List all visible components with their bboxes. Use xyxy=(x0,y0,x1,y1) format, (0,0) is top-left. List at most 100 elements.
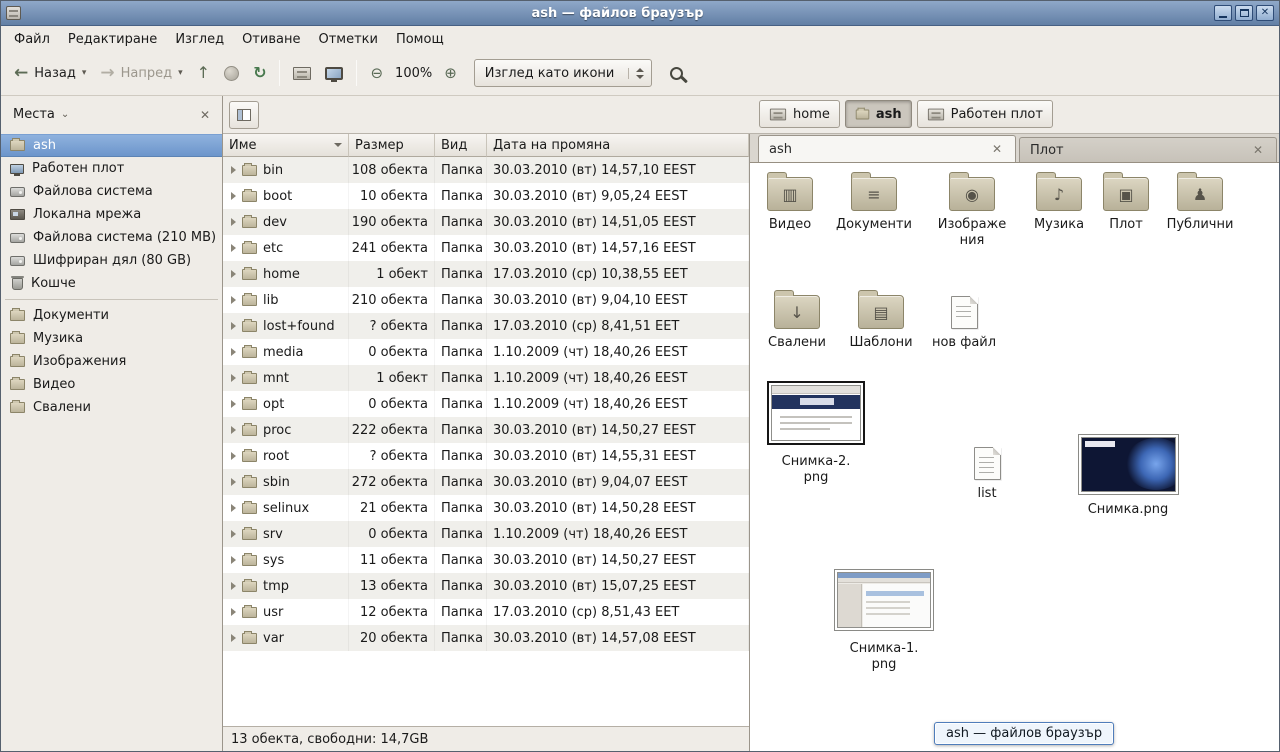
column-header-type[interactable]: Вид xyxy=(435,134,487,157)
column-header-date[interactable]: Дата на промяна xyxy=(487,134,749,157)
table-row[interactable]: root ? обекта Папка 30.03.2010 (вт) 14,5… xyxy=(223,443,749,469)
expander-icon[interactable] xyxy=(231,400,236,408)
menu-help[interactable]: Помощ xyxy=(387,28,453,51)
table-row[interactable]: selinux 21 обекта Папка 30.03.2010 (вт) … xyxy=(223,495,749,521)
expander-icon[interactable] xyxy=(231,478,236,486)
menu-bookmarks[interactable]: Отметки xyxy=(309,28,386,51)
menu-view[interactable]: Изглед xyxy=(166,28,233,51)
sidebar-item-documents[interactable]: Документи xyxy=(1,304,222,327)
sidebar-item-filesystem[interactable]: Файлова система xyxy=(1,180,222,203)
back-history-dropdown-icon[interactable]: ▾ xyxy=(82,68,87,78)
icon-item-snimka[interactable]: Снимка.png xyxy=(1070,434,1186,518)
icon-pane: ash ✕ Плот ✕ ▥ Видео xyxy=(750,134,1279,751)
expander-icon[interactable] xyxy=(231,530,236,538)
sidebar-item-local-network[interactable]: Локална мрежа xyxy=(1,203,222,226)
sidebar-close-button[interactable]: ✕ xyxy=(195,106,215,124)
breadcrumb-ash[interactable]: ash xyxy=(845,100,912,128)
search-button[interactable] xyxy=(664,61,689,86)
expander-icon[interactable] xyxy=(231,374,236,382)
sidebar-item-video[interactable]: Видео xyxy=(1,373,222,396)
tab-close-icon[interactable]: ✕ xyxy=(989,142,1005,156)
titlebar[interactable]: ash — файлов браузър ✕ xyxy=(1,1,1279,26)
expander-icon[interactable] xyxy=(231,218,236,226)
icon-item-downloads[interactable]: ↓ Свалени xyxy=(752,295,842,351)
table-row[interactable]: dev 190 обекта Папка 30.03.2010 (вт) 14,… xyxy=(223,209,749,235)
tab-plot[interactable]: Плот ✕ xyxy=(1019,137,1277,162)
sidebar-item-music[interactable]: Музика xyxy=(1,327,222,350)
breadcrumb-desktop[interactable]: Работен плот xyxy=(917,100,1053,128)
back-button[interactable]: ← Назад ▾ xyxy=(7,57,93,89)
icon-item-snimka-1[interactable]: Снимка-1.png xyxy=(826,569,942,672)
icon-item-public[interactable]: ♟ Публични xyxy=(1155,177,1245,233)
expander-icon[interactable] xyxy=(231,452,236,460)
table-row[interactable]: home 1 обект Папка 17.03.2010 (ср) 10,38… xyxy=(223,261,749,287)
expander-icon[interactable] xyxy=(231,322,236,330)
sidebar-item-filesystem-210mb[interactable]: Файлова система (210 MB) xyxy=(1,226,222,249)
expander-icon[interactable] xyxy=(231,270,236,278)
sidebar-item-desktop[interactable]: Работен плот xyxy=(1,157,222,180)
sidebar-mode-select[interactable]: Места ⌄ xyxy=(8,104,74,125)
zoom-in-button[interactable]: ⊕ xyxy=(437,57,464,89)
icon-view[interactable]: ▥ Видео ≡ Документи ◉ Изображения ♪ xyxy=(750,163,1279,751)
expander-icon[interactable] xyxy=(231,582,236,590)
expander-icon[interactable] xyxy=(231,426,236,434)
table-row[interactable]: srv 0 обекта Папка 1.10.2009 (чт) 18,40,… xyxy=(223,521,749,547)
stop-button[interactable] xyxy=(217,57,246,89)
tab-ash[interactable]: ash ✕ xyxy=(758,135,1016,162)
expander-icon[interactable] xyxy=(231,166,236,174)
table-row[interactable]: sys 11 обекта Папка 30.03.2010 (вт) 14,5… xyxy=(223,547,749,573)
expander-icon[interactable] xyxy=(231,556,236,564)
maximize-button[interactable] xyxy=(1235,5,1253,21)
menu-file[interactable]: Файл xyxy=(5,28,59,51)
table-row[interactable]: usr 12 обекта Папка 17.03.2010 (ср) 8,51… xyxy=(223,599,749,625)
table-row[interactable]: etc 241 обекта Папка 30.03.2010 (вт) 14,… xyxy=(223,235,749,261)
table-row[interactable]: media 0 обекта Папка 1.10.2009 (чт) 18,4… xyxy=(223,339,749,365)
menu-go[interactable]: Отиване xyxy=(233,28,309,51)
reload-button[interactable]: ↻ xyxy=(246,57,273,89)
table-row[interactable]: bin 108 обекта Папка 30.03.2010 (вт) 14,… xyxy=(223,157,749,183)
expander-icon[interactable] xyxy=(231,296,236,304)
icon-item-new-file[interactable]: нов файл xyxy=(919,296,1009,351)
close-button[interactable]: ✕ xyxy=(1256,5,1274,21)
computer-button[interactable] xyxy=(318,57,350,89)
icon-item-video[interactable]: ▥ Видео xyxy=(750,177,835,233)
table-row[interactable]: opt 0 обекта Папка 1.10.2009 (чт) 18,40,… xyxy=(223,391,749,417)
home-button[interactable] xyxy=(286,57,318,89)
sidebar-item-downloads[interactable]: Свалени xyxy=(1,396,222,419)
sidebar-item-encrypted-80gb[interactable]: Шифриран дял (80 GB) xyxy=(1,249,222,272)
table-row[interactable]: mnt 1 обект Папка 1.10.2009 (чт) 18,40,2… xyxy=(223,365,749,391)
up-button[interactable]: ↑ xyxy=(190,57,217,89)
icon-item-templates[interactable]: ▤ Шаблони xyxy=(836,295,926,351)
icon-item-snimka-2[interactable]: Снимка-2.png xyxy=(764,381,868,485)
view-mode-select[interactable]: Изглед като икони xyxy=(474,59,653,87)
expander-icon[interactable] xyxy=(231,244,236,252)
table-row[interactable]: lost+found ? обекта Папка 17.03.2010 (ср… xyxy=(223,313,749,339)
icon-item-list[interactable]: list xyxy=(942,447,1032,502)
icon-item-pictures[interactable]: ◉ Изображения xyxy=(927,177,1017,248)
icon-item-documents[interactable]: ≡ Документи xyxy=(829,177,919,233)
sidebar-item-ash[interactable]: ash xyxy=(1,134,222,157)
forward-button[interactable]: → Напред ▾ xyxy=(93,57,189,89)
sidebar-item-trash[interactable]: Кошче xyxy=(1,272,222,295)
folder-icon xyxy=(242,451,257,462)
sidebar-item-pictures[interactable]: Изображения xyxy=(1,350,222,373)
tab-close-icon[interactable]: ✕ xyxy=(1250,143,1266,157)
expander-icon[interactable] xyxy=(231,192,236,200)
column-header-name[interactable]: Име xyxy=(223,134,349,157)
table-row[interactable]: var 20 обекта Папка 30.03.2010 (вт) 14,5… xyxy=(223,625,749,651)
expander-icon[interactable] xyxy=(231,504,236,512)
table-row[interactable]: lib 210 обекта Папка 30.03.2010 (вт) 9,0… xyxy=(223,287,749,313)
column-header-size[interactable]: Размер xyxy=(349,134,435,157)
expander-icon[interactable] xyxy=(231,634,236,642)
minimize-button[interactable] xyxy=(1214,5,1232,21)
pane-toggle-button[interactable] xyxy=(229,101,259,129)
expander-icon[interactable] xyxy=(231,608,236,616)
menu-edit[interactable]: Редактиране xyxy=(59,28,166,51)
zoom-out-button[interactable]: ⊖ xyxy=(363,57,390,89)
table-row[interactable]: sbin 272 обекта Папка 30.03.2010 (вт) 9,… xyxy=(223,469,749,495)
table-row[interactable]: boot 10 обекта Папка 30.03.2010 (вт) 9,0… xyxy=(223,183,749,209)
table-row[interactable]: proc 222 обекта Папка 30.03.2010 (вт) 14… xyxy=(223,417,749,443)
breadcrumb-home[interactable]: home xyxy=(759,100,840,128)
table-row[interactable]: tmp 13 обекта Папка 30.03.2010 (вт) 15,0… xyxy=(223,573,749,599)
expander-icon[interactable] xyxy=(231,348,236,356)
